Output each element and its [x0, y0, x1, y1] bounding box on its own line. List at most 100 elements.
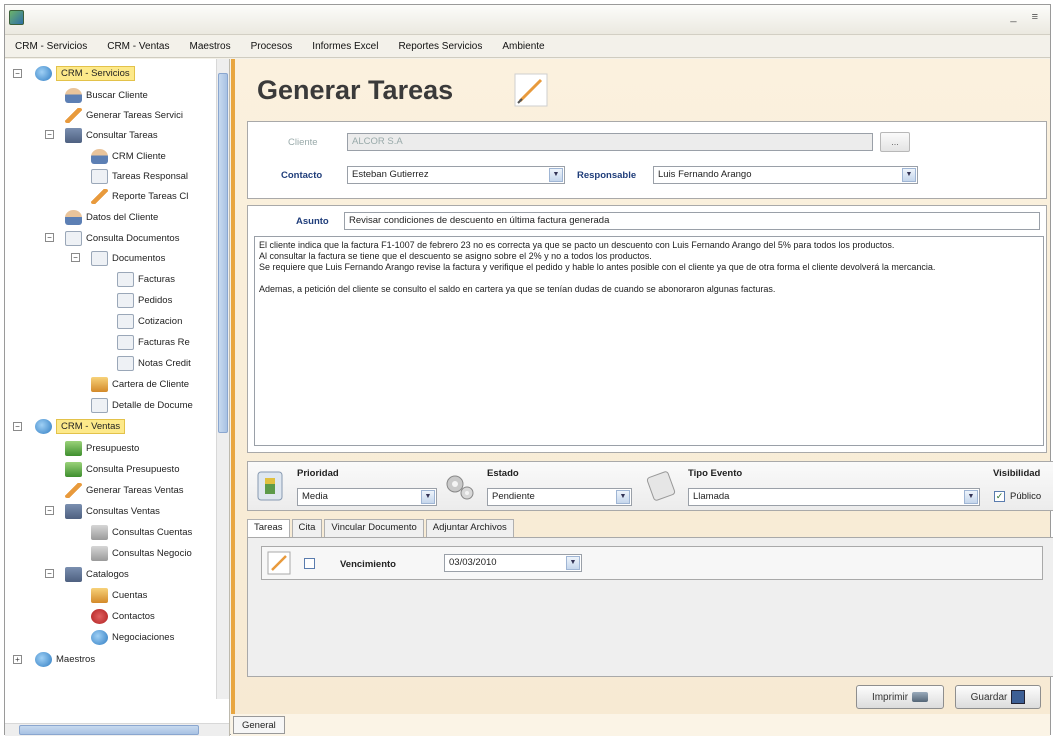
select-client-button[interactable]: ... [880, 132, 910, 152]
message-panel: Asunto Revisar condiciones de descuento … [247, 205, 1047, 453]
tree-node-consulta-presupuesto[interactable]: Consulta Presupuesto [65, 460, 179, 478]
tipo-evento-label: Tipo Evento [688, 468, 743, 479]
asunto-label: Asunto [296, 216, 329, 227]
description-line: Se requiere que Luis Fernando Arango rev… [259, 262, 936, 272]
tree-node-crm-cliente[interactable]: CRM Cliente [91, 147, 166, 165]
tab-cita[interactable]: Cita [291, 519, 323, 537]
menu-crm-ventas[interactable]: CRM - Ventas [107, 41, 169, 52]
budget-icon [65, 440, 82, 456]
tree-node-catalogos[interactable]: Catalogos [65, 565, 129, 583]
documents-icon [65, 230, 82, 246]
tree-node-contactos[interactable]: Contactos [91, 607, 155, 625]
guardar-button[interactable]: Guardar [955, 685, 1041, 709]
description-line: Ademas, a petición del cliente se consul… [259, 284, 776, 294]
contacto-select[interactable]: Esteban Gutierrez ▼ [347, 166, 565, 184]
responsable-select[interactable]: Luis Fernando Arango ▼ [653, 166, 918, 184]
tree-node-negociaciones[interactable]: Negociaciones [91, 628, 174, 646]
task-done-checkbox[interactable] [304, 558, 315, 569]
chevron-down-icon[interactable]: ▼ [964, 490, 978, 504]
menu-bar: CRM - Servicios CRM - Ventas Maestros Pr… [5, 36, 1050, 58]
chevron-down-icon[interactable]: ▼ [549, 168, 563, 182]
sidebar-vertical-scrollbar[interactable] [216, 59, 229, 699]
description-line: El cliente indica que la factura F1-1007… [259, 240, 895, 250]
catalog-icon [65, 566, 82, 582]
collapse-consulta-documentos[interactable]: − [45, 233, 54, 242]
document-icon [117, 313, 134, 329]
printer-icon [912, 692, 929, 702]
menu-reportes-servicios[interactable]: Reportes Servicios [398, 41, 482, 52]
folder-icon [91, 250, 108, 266]
vencimiento-date-picker[interactable]: 03/03/2010 ▼ [444, 554, 582, 572]
menu-procesos[interactable]: Procesos [251, 41, 293, 52]
tree-node-cartera-cliente[interactable]: Cartera de Cliente [91, 375, 189, 393]
sidebar-hscroll-thumb[interactable] [19, 725, 199, 735]
chevron-down-icon[interactable]: ▼ [616, 490, 630, 504]
asunto-field[interactable]: Revisar condiciones de descuento en últi… [344, 212, 1040, 230]
visibilidad-label: Visibilidad [993, 468, 1041, 479]
description-textarea[interactable]: El cliente indica que la factura F1-1007… [254, 236, 1044, 446]
priority-icon [257, 471, 283, 501]
sidebar-horizontal-scrollbar[interactable] [5, 723, 229, 736]
tree-node-crm-servicios[interactable]: CRM - Servicios [35, 64, 135, 82]
collapse-catalogos[interactable]: − [45, 569, 54, 578]
tab-adjuntar-archivos[interactable]: Adjuntar Archivos [425, 519, 514, 537]
pencil-icon [514, 73, 548, 107]
collapse-crm-servicios[interactable]: − [13, 69, 22, 78]
tree-node-datos-cliente[interactable]: Datos del Cliente [65, 208, 158, 226]
menu-informes-excel[interactable]: Informes Excel [312, 41, 378, 52]
tree-node-documentos[interactable]: Documentos [91, 249, 165, 267]
tipo-evento-select[interactable]: Llamada ▼ [688, 488, 980, 506]
tab-general[interactable]: General [233, 716, 285, 734]
collapse-consultas-ventas[interactable]: − [45, 506, 54, 515]
sidebar-scroll-thumb[interactable] [218, 73, 228, 433]
tree-node-presupuesto[interactable]: Presupuesto [65, 439, 139, 457]
chevron-down-icon[interactable]: ▼ [566, 556, 580, 570]
tree-node-consultar-tareas[interactable]: Consultar Tareas [65, 126, 158, 144]
tree-node-detalle-documento[interactable]: Detalle de Docume [91, 396, 193, 414]
collapse-documentos[interactable]: − [71, 253, 80, 262]
contacts-icon [91, 608, 108, 624]
tree-node-buscar-cliente[interactable]: Buscar Cliente [65, 86, 148, 104]
tree-node-pedidos[interactable]: Pedidos [117, 291, 172, 309]
tree-node-cotizacion[interactable]: Cotizacion [117, 312, 182, 330]
imprimir-button[interactable]: Imprimir [856, 685, 944, 709]
tree-node-consultas-cuentas[interactable]: Consultas Cuentas [91, 523, 192, 541]
chevron-down-icon[interactable]: ▼ [902, 168, 916, 182]
tree-node-maestros[interactable]: Maestros [35, 650, 95, 668]
responsable-label: Responsable [577, 170, 637, 181]
tree-node-generar-tareas-servicios[interactable]: Generar Tareas Servici [65, 106, 183, 124]
tree-node-facturas[interactable]: Facturas [117, 270, 175, 288]
tree-node-generar-tareas-ventas[interactable]: Generar Tareas Ventas [65, 481, 184, 499]
expand-maestros[interactable]: + [13, 655, 22, 664]
chart-icon [91, 545, 108, 561]
tab-vincular-documento[interactable]: Vincular Documento [324, 519, 424, 537]
menu-maestros[interactable]: Maestros [189, 41, 230, 52]
document-icon [117, 334, 134, 350]
menu-ambiente[interactable]: Ambiente [502, 41, 544, 52]
window-controls[interactable]: _ ≡ [1010, 11, 1044, 23]
save-icon [1011, 690, 1026, 704]
tree-node-notas-credito[interactable]: Notas Credit [117, 354, 191, 372]
estado-select[interactable]: Pendiente ▼ [487, 488, 632, 506]
tree-node-cuentas[interactable]: Cuentas [91, 586, 147, 604]
tree-node-facturas-re[interactable]: Facturas Re [117, 333, 190, 351]
document-icon [91, 397, 108, 413]
tree-node-consulta-documentos[interactable]: Consulta Documentos [65, 229, 179, 247]
publico-checkbox[interactable]: ✓ [994, 491, 1005, 502]
tree-node-consultas-ventas[interactable]: Consultas Ventas [65, 502, 160, 520]
tree-node-consultas-negocio[interactable]: Consultas Negocio [91, 544, 192, 562]
tree-node-tareas-responsable[interactable]: Tareas Responsal [91, 167, 188, 185]
negotiation-icon [91, 629, 108, 645]
prioridad-label: Prioridad [297, 468, 339, 479]
tree-node-crm-ventas[interactable]: CRM - Ventas [35, 417, 126, 435]
task-icon [91, 168, 108, 184]
tree-node-reporte-tareas[interactable]: Reporte Tareas Cl [91, 187, 188, 205]
prioridad-select[interactable]: Media ▼ [297, 488, 437, 506]
crm-sales-icon [35, 418, 52, 434]
tab-tareas[interactable]: Tareas [247, 519, 290, 537]
pencil-icon [267, 551, 291, 575]
collapse-crm-ventas[interactable]: − [13, 422, 22, 431]
collapse-consultar-tareas[interactable]: − [45, 130, 54, 139]
chevron-down-icon[interactable]: ▼ [421, 490, 435, 504]
menu-crm-servicios[interactable]: CRM - Servicios [15, 41, 87, 52]
